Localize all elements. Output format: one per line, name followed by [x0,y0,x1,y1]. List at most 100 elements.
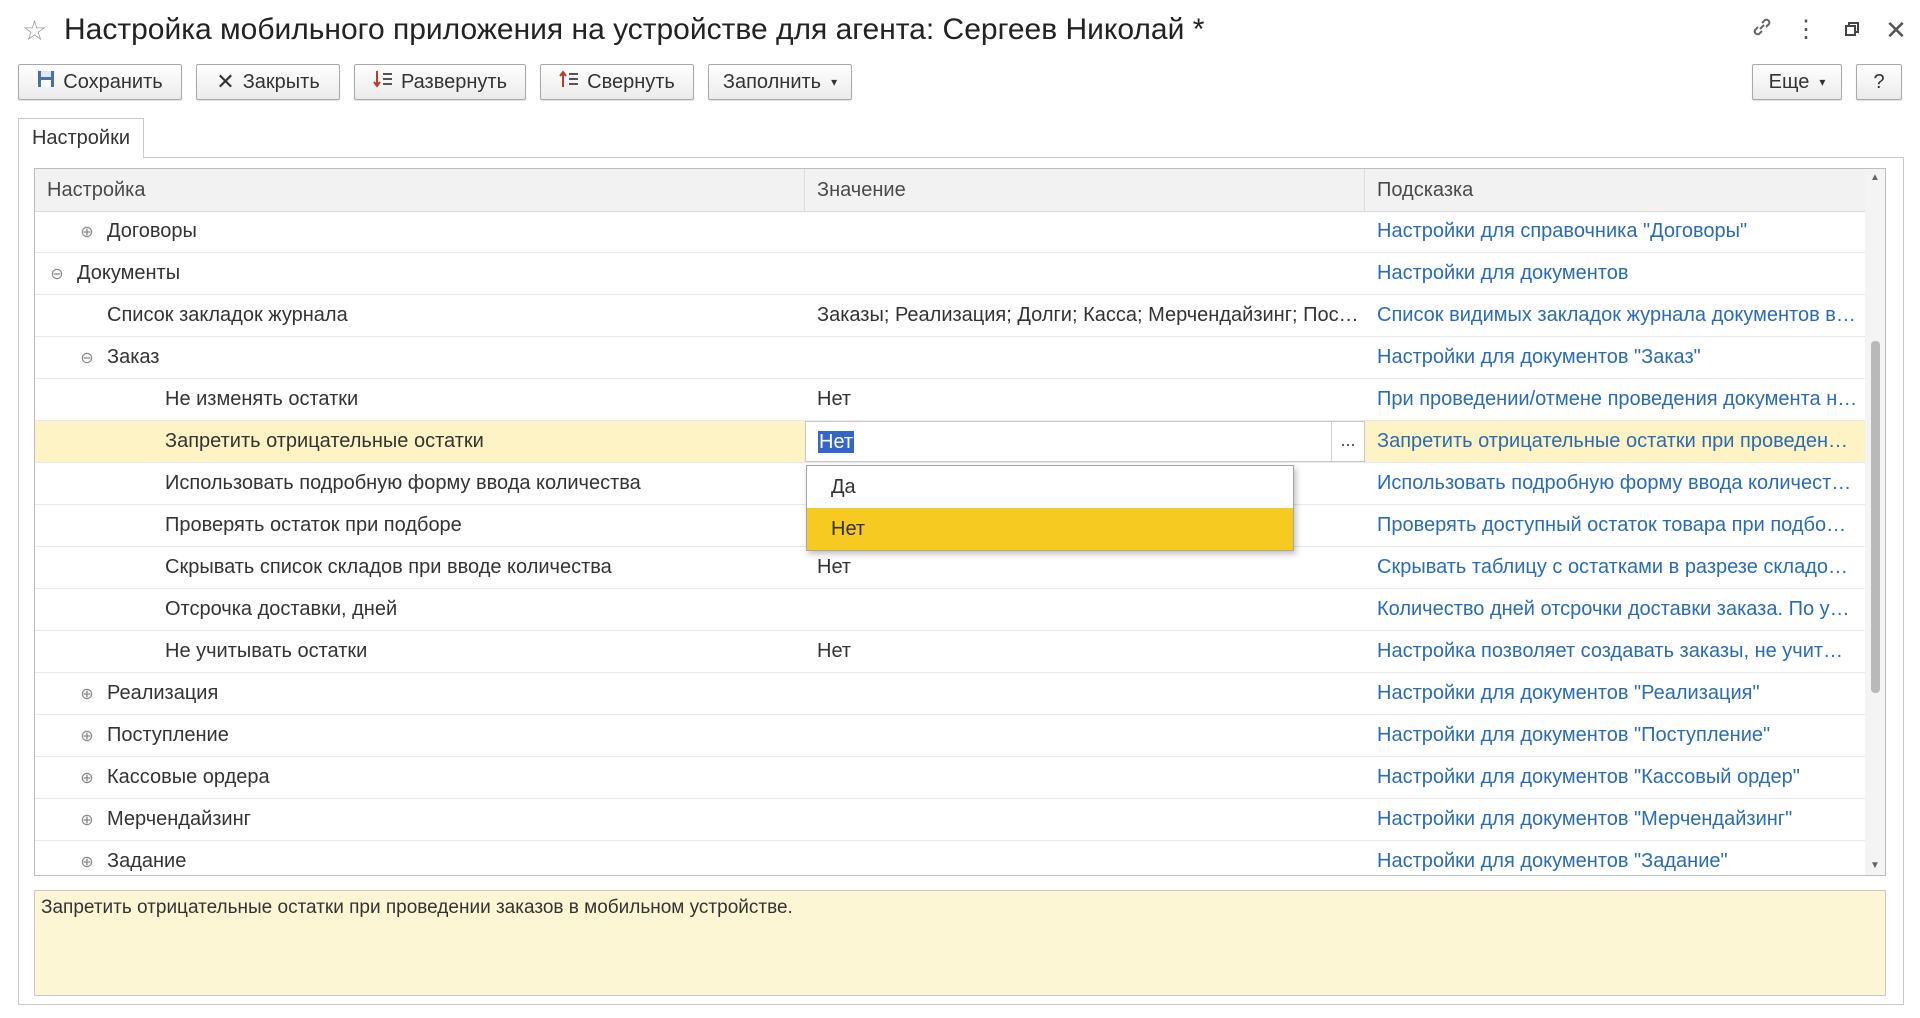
expand-node-icon[interactable]: ⊕ [79,842,95,875]
hint-cell: Список видимых закладок журнала документ… [1377,304,1856,326]
setting-cell: Использовать подробную форму ввода колич… [35,463,805,504]
star-icon[interactable]: ☆ [22,14,47,47]
value-cell[interactable]: Нет [805,631,1365,672]
collapse-node-icon[interactable]: ⊖ [49,254,65,294]
value-cell[interactable]: Нет [805,547,1365,588]
scroll-down-icon[interactable]: ▼ [1865,857,1885,875]
dropdown-arrow-icon: ▾ [831,75,838,89]
scroll-up-icon[interactable]: ▲ [1865,169,1885,187]
collapse-icon [559,69,579,95]
setting-cell: Проверять остаток при подборе [35,505,805,546]
more-button-label: Еще [1768,70,1810,93]
expand-node-icon[interactable]: ⊕ [79,674,95,714]
column-header-value[interactable]: Значение [805,169,1365,211]
window-title: Настройка мобильного приложения на устро… [64,13,1205,46]
setting-label: Не изменять остатки [165,388,359,410]
expand-node-icon[interactable]: ⊕ [79,716,95,756]
scroll-thumb[interactable] [1871,341,1880,693]
hint-cell: Количество дней отсрочки доставки заказа… [1377,598,1850,620]
value-cell[interactable] [805,841,1365,875]
toolbar: Сохранить ✕ Закрыть Развернуть Свернуть … [0,62,1920,108]
setting-cell: ⊕ Мерчендайзинг [35,799,805,840]
help-button[interactable]: ? [1856,64,1902,100]
expand-node-icon[interactable]: ⊕ [79,800,95,840]
collapse-button[interactable]: Свернуть [540,64,694,100]
setting-label: Реализация [107,682,219,704]
close-icon[interactable]: ✕ [1882,16,1910,44]
table-row[interactable]: ⊖ Документы Настройки для документов [35,253,1865,295]
setting-label: Использовать подробную форму ввода колич… [165,472,641,494]
choice-button[interactable]: ... [1331,422,1364,461]
tab-settings[interactable]: Настройки [18,118,144,158]
table-row[interactable]: Отсрочка доставки, дней Количество дней о… [35,589,1865,631]
hint-cell: Скрывать таблицу с остатками в разрезе с… [1377,556,1848,578]
kebab-icon[interactable]: ⋮ [1792,16,1820,44]
collapse-node-icon[interactable]: ⊖ [79,338,95,378]
value-cell[interactable]: Нет [805,379,1365,420]
floppy-icon [37,70,55,94]
save-button-label: Сохранить [63,70,163,93]
column-header-hint[interactable]: Подсказка [1365,169,1865,211]
value-cell[interactable]: Заказы; Реализация; Долги; Касса; Мерчен… [805,295,1365,336]
collapse-button-label: Свернуть [587,70,675,93]
hint-cell: Настройки для документов "Мерчендайзинг" [1377,808,1793,830]
expand-node-icon[interactable]: ⊕ [79,758,95,798]
value-editor-text[interactable]: Нет [818,431,855,453]
table-row[interactable]: ⊕ Мерчендайзинг Настройки для документов "… [35,799,1865,841]
table-row[interactable]: ⊕ Кассовые ордера Настройки для документов… [35,757,1865,799]
column-header-setting[interactable]: Настройка [35,169,805,211]
table-row[interactable]: Запретить отрицательные остатки Нет... Зап… [35,421,1865,463]
setting-cell: Список закладок журнала [35,295,805,336]
more-button[interactable]: Еще ▾ [1752,64,1842,100]
setting-cell: Скрывать список складов при вводе количе… [35,547,805,588]
fill-button[interactable]: Заполнить ▾ [708,64,852,100]
expand-node-icon[interactable]: ⊕ [79,212,95,252]
hint-cell: Использовать подробную форму ввода колич… [1377,472,1852,494]
table-row[interactable]: ⊕ Задание Настройки для документов "Задани… [35,841,1865,875]
hint-cell: Настройки для документов [1377,262,1629,284]
vertical-scrollbar[interactable]: ▲ ▼ [1865,169,1885,875]
table-row[interactable]: Список закладок журнала Заказы; Реализаци… [35,295,1865,337]
expand-button[interactable]: Развернуть [354,64,526,100]
setting-cell: ⊖ Заказ [35,337,805,378]
value-cell[interactable] [805,757,1365,798]
setting-label: Мерчендайзинг [107,808,251,830]
setting-cell: ⊕ Задание [35,841,805,875]
setting-label: Договоры [107,220,197,242]
table-row[interactable]: Не учитывать остатки Нет Настройка позволя… [35,631,1865,673]
dropdown-option-no[interactable]: Нет [807,508,1293,550]
table-row[interactable]: ⊕ Договоры Настройки для справочника "Дого… [35,211,1865,253]
title-bar: ☆ Настройка мобильного приложения на уст… [0,0,1920,62]
close-button[interactable]: ✕ Закрыть [196,64,340,100]
restore-icon[interactable] [1838,16,1866,44]
hint-cell: Настройки для справочника "Договоры" [1377,220,1748,242]
value-cell[interactable] [805,337,1365,378]
value-cell[interactable] [805,253,1365,294]
table-row[interactable]: ⊕ Поступление Настройки для документов "По… [35,715,1865,757]
value-editor[interactable]: Нет... [805,421,1365,462]
table-row[interactable]: Не изменять остатки Нет При проведении/отм… [35,379,1865,421]
value-cell[interactable] [805,799,1365,840]
setting-label: Отсрочка доставки, дней [165,598,398,620]
save-button[interactable]: Сохранить [18,64,182,100]
hint-panel-text: Запретить отрицательные остатки при пров… [41,897,793,918]
help-button-label: ? [1873,70,1885,93]
fill-button-label: Заполнить [722,70,822,93]
hint-cell: Настройки для документов "Поступление" [1377,724,1771,746]
value-cell[interactable] [805,589,1365,630]
dropdown-option-yes[interactable]: Да [807,466,1293,508]
value-cell[interactable] [805,211,1365,252]
setting-label: Документы [77,262,181,284]
hint-panel: Запретить отрицательные остатки при пров… [34,890,1886,996]
value-cell[interactable] [805,673,1365,714]
table-row[interactable]: ⊕ Реализация Настройки для документов "Реа… [35,673,1865,715]
setting-label: Проверять остаток при подборе [165,514,462,536]
link-icon[interactable] [1748,16,1776,45]
table-row[interactable]: Скрывать список складов при вводе количе… [35,547,1865,589]
setting-cell: Не изменять остатки [35,379,805,420]
value-cell[interactable] [805,715,1365,756]
hint-cell: Запретить отрицательные остатки при пров… [1365,421,1865,462]
tab-settings-label: Настройки [31,127,131,149]
dropdown-arrow-icon: ▾ [1819,75,1826,89]
table-row[interactable]: ⊖ Заказ Настройки для документов "Заказ" [35,337,1865,379]
